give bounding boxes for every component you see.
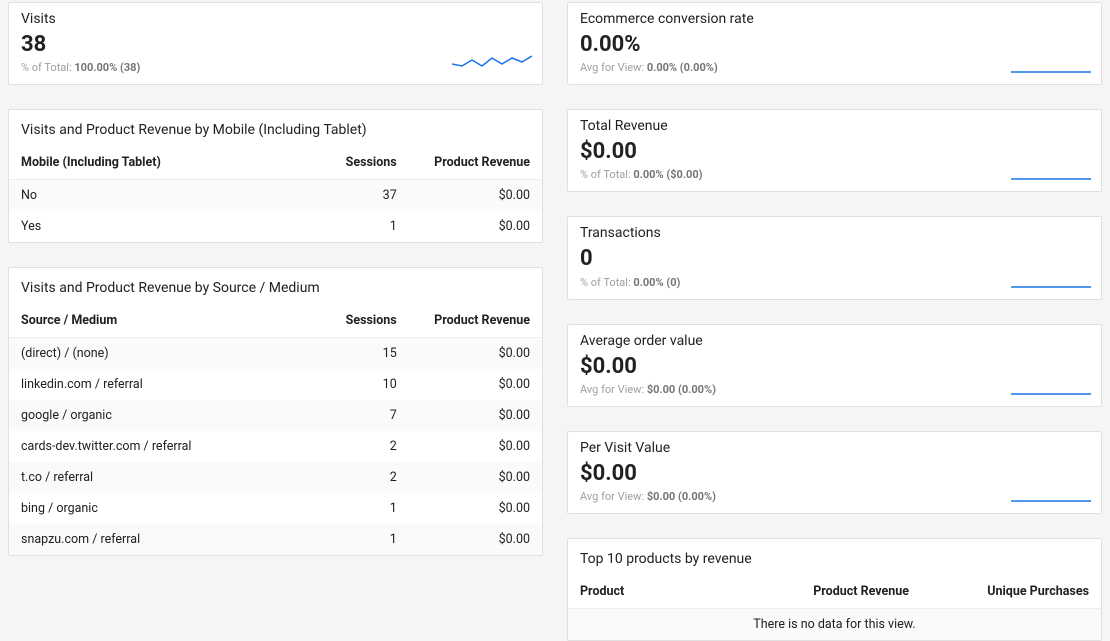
table-row[interactable]: cards-dev.twitter.com / referral2$0.00 bbox=[9, 431, 542, 462]
table-row[interactable]: Yes 1 $0.00 bbox=[9, 211, 542, 242]
total-revenue-card: Total Revenue $0.00 % of Total: 0.00% ($… bbox=[567, 109, 1102, 192]
source-table: Source / Medium Sessions Product Revenue… bbox=[9, 304, 542, 555]
mobile-col-2[interactable]: Product Revenue bbox=[409, 146, 542, 180]
mobile-r1-c2: $0.00 bbox=[409, 211, 542, 242]
source-col-2[interactable]: Product Revenue bbox=[409, 304, 542, 338]
visits-sub-value: 100.00% (38) bbox=[74, 61, 140, 74]
top-products-table: Product Product Revenue Unique Purchases… bbox=[568, 575, 1101, 640]
mobile-col-0[interactable]: Mobile (Including Tablet) bbox=[9, 146, 302, 180]
mobile-r1-c0: Yes bbox=[9, 211, 302, 242]
right-column: Ecommerce conversion rate 0.00% Avg for … bbox=[567, 2, 1102, 641]
visits-sparkline bbox=[452, 52, 532, 76]
visits-card: Visits 38 % of Total: 100.00% (38) bbox=[8, 2, 543, 85]
ecr-sparkline bbox=[1011, 52, 1091, 76]
mobile-r0-c1: 37 bbox=[302, 180, 409, 212]
table-row[interactable]: (direct) / (none)15$0.00 bbox=[9, 338, 542, 370]
pvv-card: Per Visit Value $0.00 Avg for View: $0.0… bbox=[567, 431, 1102, 514]
table-row[interactable]: snapzu.com / referral1$0.00 bbox=[9, 524, 542, 555]
mobile-table-card: Visits and Product Revenue by Mobile (In… bbox=[8, 109, 543, 243]
table-row[interactable]: google / organic7$0.00 bbox=[9, 400, 542, 431]
aov-card: Average order value $0.00 Avg for View: … bbox=[567, 324, 1102, 407]
tp-col-0[interactable]: Product bbox=[568, 575, 781, 609]
source-col-0[interactable]: Source / Medium bbox=[9, 304, 302, 338]
top-products-title: Top 10 products by revenue bbox=[568, 539, 1101, 575]
ecr-card: Ecommerce conversion rate 0.00% Avg for … bbox=[567, 2, 1102, 85]
top-products-card: Top 10 products by revenue Product Produ… bbox=[567, 538, 1102, 641]
empty-row: There is no data for this view. bbox=[568, 608, 1101, 640]
ecr-title: Ecommerce conversion rate bbox=[580, 11, 1089, 27]
aov-sparkline bbox=[1011, 374, 1091, 398]
tp-col-2[interactable]: Unique Purchases bbox=[941, 575, 1101, 609]
mobile-table: Mobile (Including Tablet) Sessions Produ… bbox=[9, 146, 542, 242]
source-card-title: Visits and Product Revenue by Source / M… bbox=[9, 268, 542, 304]
mobile-r0-c2: $0.00 bbox=[409, 180, 542, 212]
mobile-r1-c1: 1 bbox=[302, 211, 409, 242]
source-col-1[interactable]: Sessions bbox=[302, 304, 409, 338]
visits-sub-label: % of Total: bbox=[21, 61, 72, 74]
table-row[interactable]: bing / organic1$0.00 bbox=[9, 493, 542, 524]
mobile-r0-c0: No bbox=[9, 180, 302, 212]
table-row[interactable]: No 37 $0.00 bbox=[9, 180, 542, 212]
empty-text: There is no data for this view. bbox=[568, 608, 1101, 640]
transactions-card: Transactions 0 % of Total: 0.00% (0) bbox=[567, 216, 1102, 299]
mobile-card-title: Visits and Product Revenue by Mobile (In… bbox=[9, 110, 542, 146]
total-revenue-sparkline bbox=[1011, 159, 1091, 183]
table-row[interactable]: t.co / referral2$0.00 bbox=[9, 462, 542, 493]
source-table-card: Visits and Product Revenue by Source / M… bbox=[8, 267, 543, 556]
transactions-sparkline bbox=[1011, 267, 1091, 291]
table-row[interactable]: linkedin.com / referral10$0.00 bbox=[9, 369, 542, 400]
pvv-sparkline bbox=[1011, 481, 1091, 505]
visits-title: Visits bbox=[21, 11, 530, 27]
mobile-col-1[interactable]: Sessions bbox=[302, 146, 409, 180]
tp-col-1[interactable]: Product Revenue bbox=[781, 575, 941, 609]
left-column: Visits 38 % of Total: 100.00% (38) Visit… bbox=[8, 2, 543, 641]
